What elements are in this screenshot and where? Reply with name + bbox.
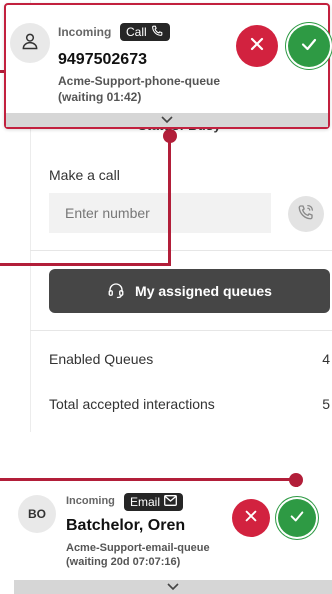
stat-row-accepted-interactions: Total accepted interactions 5: [49, 396, 330, 412]
incoming-label: Incoming: [58, 25, 112, 39]
incoming-label: Incoming: [66, 495, 115, 507]
chevron-down-icon: [161, 111, 173, 129]
my-assigned-queues-button[interactable]: My assigned queues: [49, 269, 330, 313]
expand-bar[interactable]: [14, 580, 332, 594]
headset-icon: [107, 281, 125, 302]
caller-number: 9497502673: [58, 51, 147, 68]
incoming-email-notification: BO Incoming Email Batchelor, Oren Acme-S…: [14, 487, 332, 579]
user-icon: [20, 31, 40, 56]
enter-number-input[interactable]: [49, 193, 271, 233]
type-label: Email: [130, 495, 161, 509]
chevron-down-icon: [167, 578, 179, 594]
dial-button[interactable]: [288, 196, 324, 232]
queue-name: Acme-Support-phone-queue: [58, 74, 220, 88]
waiting-time: (waiting 20d 07:07:16): [66, 556, 181, 568]
stat-row-enabled-queues: Enabled Queues 4: [49, 351, 330, 367]
divider: [30, 330, 332, 331]
close-icon: [244, 509, 258, 528]
accept-email-button[interactable]: [278, 499, 316, 537]
avatar: [10, 23, 50, 63]
stat-label: Enabled Queues: [49, 351, 154, 367]
stat-value: 5: [322, 396, 330, 412]
check-icon: [289, 508, 305, 529]
reject-call-button[interactable]: [236, 25, 278, 67]
stat-label: Total accepted interactions: [49, 396, 215, 412]
make-call-label: Make a call: [49, 167, 120, 183]
phone-dial-icon: [297, 203, 315, 226]
envelope-icon: [164, 495, 177, 509]
connector-dot: [289, 473, 303, 487]
incoming-call-notification: Incoming Call 9497502673 Acme-Support-ph…: [0, 0, 332, 132]
waiting-time: (waiting 01:42): [58, 90, 142, 104]
accept-call-button[interactable]: [288, 25, 330, 67]
check-icon: [300, 35, 318, 58]
connector-line: [0, 478, 298, 481]
type-label: Call: [126, 25, 147, 39]
stat-value: 4: [322, 351, 330, 367]
avatar-initials: BO: [28, 507, 46, 521]
phone-icon: [151, 24, 164, 40]
queue-name: Acme-Support-email-queue: [66, 542, 210, 554]
call-type-badge: Call: [120, 23, 170, 41]
expand-bar[interactable]: [6, 113, 328, 127]
call-card: Incoming Call 9497502673 Acme-Support-ph…: [4, 3, 330, 129]
close-icon: [249, 36, 265, 57]
connector-line: [0, 263, 171, 266]
email-type-badge: Email: [124, 493, 184, 511]
sender-name: Batchelor, Oren: [66, 517, 186, 534]
connector-line: [168, 136, 171, 266]
divider: [30, 250, 332, 251]
reject-email-button[interactable]: [232, 499, 270, 537]
queues-button-label: My assigned queues: [135, 283, 272, 299]
avatar: BO: [18, 495, 56, 533]
